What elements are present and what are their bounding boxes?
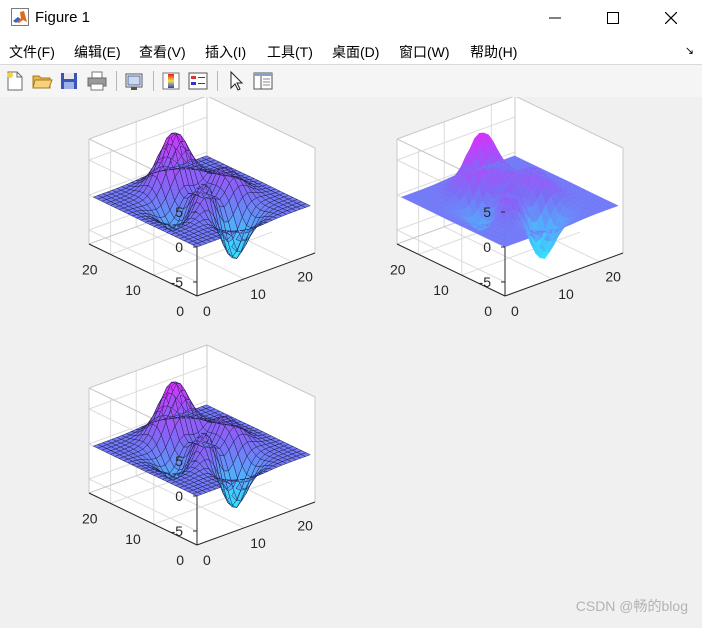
close-icon — [665, 12, 677, 24]
maximize-button[interactable] — [584, 0, 642, 36]
window-title: Figure 1 — [35, 9, 91, 26]
minimize-icon — [549, 17, 561, 19]
new-figure-icon[interactable] — [4, 70, 26, 92]
legend-icon[interactable] — [187, 70, 209, 92]
menu-file[interactable]: 文件(F) — [9, 42, 55, 62]
y-tick-label: 0 — [176, 303, 184, 319]
pointer-icon[interactable] — [225, 70, 247, 92]
subplot-1: 5 0 -5 20 10 0 0 10 20 — [82, 95, 316, 319]
print-icon[interactable] — [86, 70, 108, 92]
toolbar-separator — [116, 71, 117, 91]
z-tick-label: -5 — [171, 523, 184, 539]
y-tick-label: 0 — [176, 552, 184, 568]
x-tick-label: 0 — [203, 552, 211, 568]
z-tick-label: 5 — [175, 453, 183, 469]
subplot-2: 5 0 -5 20 10 0 0 10 20 — [390, 95, 624, 319]
x-tick-label: 10 — [250, 535, 266, 551]
open-file-icon[interactable] — [31, 70, 53, 92]
z-tick-label: 5 — [175, 204, 183, 220]
maximize-icon — [607, 12, 619, 24]
watermark: CSDN @畅的blog — [575, 598, 688, 614]
y-tick-label: 20 — [390, 261, 406, 277]
z-tick-label: 0 — [175, 488, 183, 504]
subplot-3: 5 0 -5 20 10 0 0 10 20 — [82, 344, 316, 568]
menu-window[interactable]: 窗口(W) — [399, 42, 450, 62]
y-tick-label: 10 — [433, 282, 449, 298]
x-tick-label: 20 — [297, 518, 313, 534]
menu-help[interactable]: 帮助(H) — [470, 42, 517, 62]
dock-arrow-icon[interactable]: ↘ — [685, 44, 694, 57]
x-tick-label: 10 — [250, 286, 266, 302]
x-tick-label: 0 — [511, 303, 519, 319]
y-tick-label: 20 — [82, 510, 98, 526]
x-tick-label: 10 — [558, 286, 574, 302]
z-tick-label: 0 — [175, 239, 183, 255]
y-tick-label: 10 — [125, 531, 141, 547]
matlab-logo-icon — [11, 8, 29, 26]
colorbar-icon[interactable] — [160, 70, 182, 92]
x-tick-label: 20 — [297, 269, 313, 285]
minimize-button[interactable] — [526, 0, 584, 36]
figure-canvas[interactable]: 5 0 -5 20 10 0 0 10 20 5 0 -5 20 10 0 0 10 20 5 0 -5 20 10 0 0 10… — [0, 95, 702, 625]
y-tick-label: 10 — [125, 282, 141, 298]
z-tick-label: -5 — [171, 274, 184, 290]
save-icon[interactable] — [58, 70, 80, 92]
toolbar-separator — [217, 71, 218, 91]
z-tick-label: 0 — [483, 239, 491, 255]
property-editor-icon[interactable] — [252, 70, 274, 92]
menu-view[interactable]: 查看(V) — [139, 42, 186, 62]
figure-toolbar — [0, 64, 702, 98]
menu-tools[interactable]: 工具(T) — [267, 42, 313, 62]
x-tick-label: 0 — [203, 303, 211, 319]
toolbar-separator — [153, 71, 154, 91]
z-tick-label: 5 — [483, 204, 491, 220]
menu-bar: 文件(F) 编辑(E) 查看(V) 插入(I) 工具(T) 桌面(D) 窗口(W… — [0, 36, 702, 64]
menu-insert[interactable]: 插入(I) — [205, 42, 246, 62]
z-tick-label: -5 — [479, 274, 492, 290]
menu-edit[interactable]: 编辑(E) — [74, 42, 121, 62]
subplot-canvas[interactable]: 5 0 -5 20 10 0 0 10 20 5 0 -5 20 10 0 0 10 20 5 0 -5 20 10 0 0 10… — [0, 95, 702, 625]
close-button[interactable] — [642, 0, 700, 36]
menu-desktop[interactable]: 桌面(D) — [332, 42, 379, 62]
y-tick-label: 0 — [484, 303, 492, 319]
y-tick-label: 20 — [82, 261, 98, 277]
x-tick-label: 20 — [605, 269, 621, 285]
link-plot-icon[interactable] — [123, 70, 145, 92]
title-bar: Figure 1 — [0, 0, 702, 36]
